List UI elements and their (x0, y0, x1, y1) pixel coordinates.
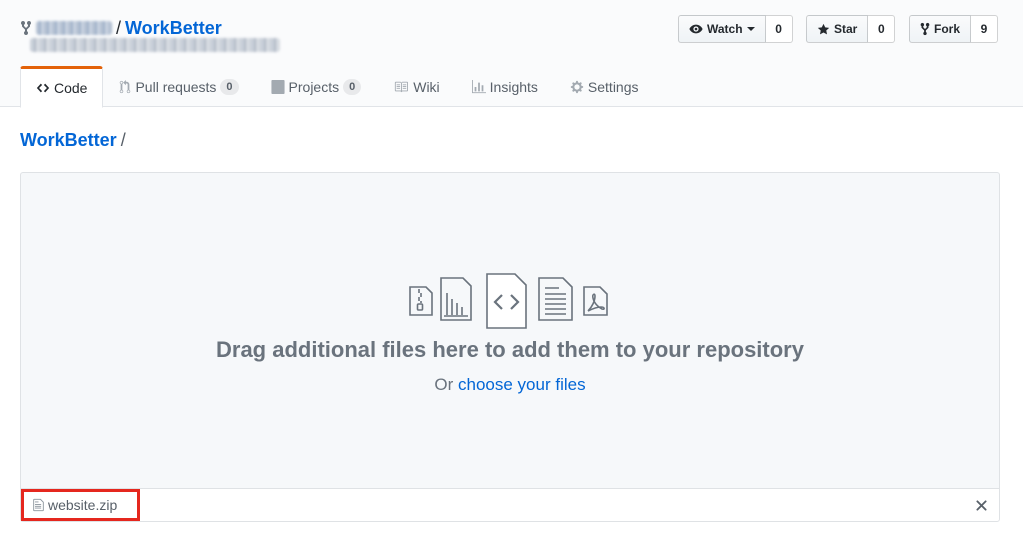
watch-group: Watch 0 (678, 15, 793, 43)
tab-pull-requests[interactable]: Pull requests 0 (103, 66, 254, 107)
tab-code-label: Code (54, 80, 88, 96)
book-icon (395, 81, 409, 92)
remove-file-button[interactable] (972, 496, 990, 514)
uploaded-file-name: website.zip (48, 497, 118, 513)
star-label: Star (834, 22, 858, 36)
file-drop-zone[interactable]: Drag additional files here to add them t… (20, 172, 1000, 488)
breadcrumb-separator: / (120, 130, 126, 150)
file-zip-icon (409, 286, 433, 316)
file-types-illustration (409, 273, 608, 329)
choose-files-link[interactable]: choose your files (458, 375, 586, 394)
watch-count[interactable]: 0 (765, 15, 793, 43)
fork-button[interactable]: Fork (909, 15, 972, 43)
star-icon (817, 23, 830, 34)
tab-insights-label: Insights (489, 78, 538, 95)
projects-count: 0 (343, 78, 362, 95)
project-icon (270, 79, 285, 94)
file-icon (33, 498, 44, 512)
file-text-icon (538, 277, 573, 321)
repo-forked-icon (21, 20, 31, 36)
tab-projects[interactable]: Projects 0 (255, 66, 378, 107)
drop-zone-subtext: Or choose your files (21, 375, 999, 395)
gear-icon (570, 80, 584, 93)
fork-count[interactable]: 9 (971, 15, 999, 43)
tab-pull-requests-label: Pull requests (135, 78, 217, 95)
watch-label: Watch (707, 22, 743, 36)
uploaded-files-list: website.zip (20, 488, 1000, 522)
tab-settings[interactable]: Settings (554, 66, 655, 107)
tab-wiki[interactable]: Wiki (377, 66, 455, 107)
repo-forked-icon (920, 22, 930, 36)
tab-insights[interactable]: Insights (456, 66, 554, 107)
repo-title: / WorkBetter (20, 16, 222, 40)
uploaded-file-item: website.zip (21, 489, 140, 521)
breadcrumb: WorkBetter / (20, 130, 126, 151)
repo-nav-tabs: Code Pull requests 0 Projects 0 Wiki Ins… (20, 66, 655, 108)
chevron-down-icon (746, 27, 755, 31)
drop-zone-or-text: Or (434, 375, 459, 394)
tab-projects-label: Projects (288, 78, 340, 95)
tab-wiki-label: Wiki (413, 78, 440, 95)
file-code-icon (486, 273, 527, 329)
eye-icon (689, 24, 703, 34)
tab-settings-label: Settings (587, 78, 639, 95)
breadcrumb-repo-link[interactable]: WorkBetter (20, 130, 117, 150)
fork-label: Fork (934, 22, 961, 36)
repo-name-link[interactable]: WorkBetter (125, 18, 222, 39)
repo-title-separator: / (116, 17, 122, 38)
repo-description-redacted (30, 38, 280, 52)
star-button[interactable]: Star (806, 15, 869, 43)
repo-owner-redacted[interactable] (36, 21, 112, 35)
star-count[interactable]: 0 (868, 15, 896, 43)
tab-code[interactable]: Code (20, 66, 104, 108)
fork-group: Fork 9 (909, 15, 999, 43)
star-group: Star 0 (806, 15, 896, 43)
repo-header: / WorkBetter Watch 0 Star 0 Fork 9 Code … (0, 0, 1023, 108)
code-icon (36, 83, 50, 93)
graph-icon (471, 79, 486, 93)
watch-button[interactable]: Watch (678, 15, 766, 43)
drop-zone-heading: Drag additional files here to add them t… (216, 337, 804, 362)
file-chart-icon (440, 277, 472, 321)
close-icon (975, 499, 987, 511)
pull-requests-count: 0 (220, 78, 239, 95)
pull-request-icon (120, 79, 131, 93)
file-pdf-icon (583, 286, 608, 316)
